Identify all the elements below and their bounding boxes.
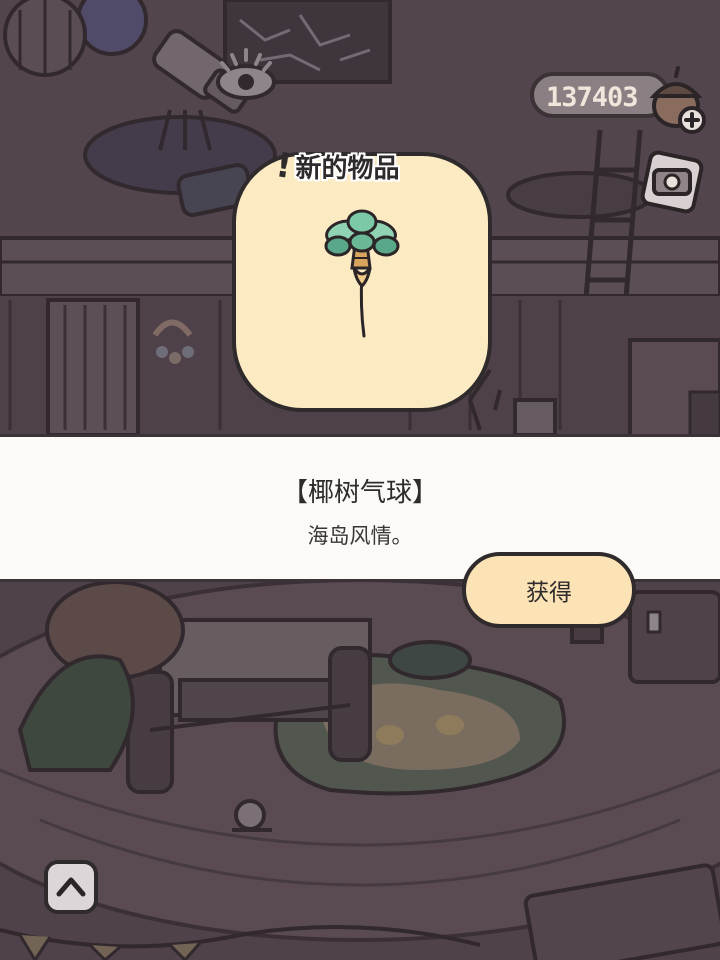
item-name: 【椰树气球】 [281, 478, 438, 508]
palm-tree-balloon-icon [324, 209, 400, 338]
item-description: 海岛风情。 [307, 524, 413, 548]
new-item-title: 新的物品 [295, 153, 400, 184]
plus-icon[interactable] [678, 106, 706, 134]
scroll-up-button[interactable] [44, 860, 98, 914]
camera-icon[interactable] [640, 150, 704, 214]
obtain-button[interactable]: 获得 [462, 552, 636, 628]
chevron-up-icon [56, 877, 86, 897]
new-item-header: ! 新的物品 [273, 145, 400, 187]
exclamation-icon: ! [273, 145, 295, 187]
currency-value: 137403 [546, 82, 639, 113]
acorn-icon[interactable] [640, 62, 712, 134]
